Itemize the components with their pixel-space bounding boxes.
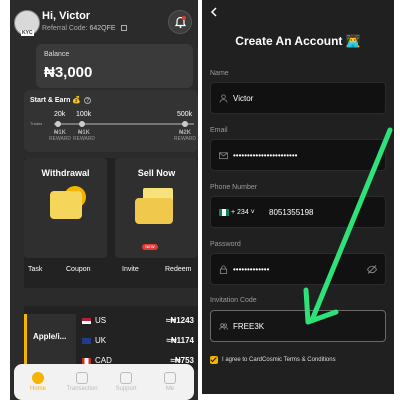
kyc-tag: KYC	[21, 30, 34, 36]
giftcard-tab[interactable]: Apple/i...	[24, 314, 76, 370]
invite-button[interactable]: Invite	[122, 266, 139, 273]
terms-label: I agree to CardCosmic Terms & Conditions	[222, 357, 336, 363]
sell-now-tile[interactable]: Sell Now NEW	[115, 158, 198, 258]
wallet-icon	[135, 198, 173, 224]
home-header: KYC Hi, Victor Referral Code: 642QFE	[10, 6, 198, 40]
start-earn-label: Start & Earn 💰	[30, 97, 82, 104]
nav-label: Me	[165, 386, 175, 392]
balance-value: ₦3,000	[44, 64, 93, 81]
reward-2: ₦1K REWARD	[73, 130, 95, 142]
balance-label: Balance	[44, 51, 70, 58]
reward-3: ₦2K REWARD	[174, 130, 196, 142]
reward-label: REWARD	[49, 136, 72, 142]
sell-now-title: Sell Now	[137, 168, 176, 178]
signup-screen: Create An Account 👨‍💻 Name Victor Email …	[202, 0, 394, 394]
us-flag-icon	[82, 317, 91, 324]
tier-knob-2	[79, 121, 85, 127]
nav-label: Home	[29, 386, 46, 392]
nav-me[interactable]: Me	[150, 372, 190, 392]
tier-500k: 500k	[177, 111, 193, 118]
arrow-annotation	[303, 127, 393, 325]
progress-track	[54, 123, 194, 125]
notification-dot	[182, 16, 186, 20]
reward-label: REWARD	[73, 136, 96, 142]
nav-label: Transaction	[66, 386, 98, 392]
reward-label: REWARD	[174, 136, 197, 142]
giftcard-label: Apple/i...	[33, 332, 67, 341]
withdrawal-tile[interactable]: Withdrawal	[24, 158, 107, 258]
nav-label: Support	[115, 386, 137, 392]
tier-knob-3	[182, 121, 188, 127]
rates-panel: Apple/i... US ≈₦1243 UK ≈₦1174 CAD ≈₦753	[24, 306, 198, 370]
home-screen: KYC Hi, Victor Referral Code: 642QFE Bal…	[10, 0, 198, 400]
home-icon	[32, 372, 44, 384]
notification-button[interactable]	[168, 10, 192, 34]
coupon-button[interactable]: Coupon	[66, 266, 91, 273]
rate-value: ≈₦1243	[166, 316, 194, 325]
referral-code-value: 642QFE	[89, 25, 116, 32]
support-icon	[120, 372, 132, 384]
new-badge: NEW	[142, 244, 158, 250]
withdrawal-title: Withdrawal	[41, 168, 90, 178]
trades-label: Trades	[30, 121, 43, 126]
task-button[interactable]: Task	[28, 266, 42, 273]
action-tiles: Withdrawal Sell Now NEW Task Coupon Invi…	[24, 158, 198, 288]
rate-value: ≈₦1174	[166, 336, 194, 345]
wallet-icon	[50, 191, 82, 219]
nav-transaction[interactable]: Transaction	[62, 372, 102, 392]
start-earn-title: Start & Earn 💰?	[30, 96, 92, 104]
rate-country: US	[95, 316, 107, 325]
bottom-nav: Home Transaction Support Me	[14, 364, 194, 400]
redeem-button[interactable]: Redeem	[165, 266, 191, 273]
uk-flag-icon	[82, 337, 91, 344]
tier-knob-1	[55, 121, 61, 127]
copy-icon[interactable]	[120, 25, 127, 32]
referral-label: Referral Code:	[42, 25, 88, 32]
greeting: Hi, Victor	[42, 10, 91, 22]
terms-checkbox[interactable]	[210, 356, 218, 364]
referral-code: Referral Code: 642QFE	[42, 25, 127, 32]
reward-1: ₦1K REWARD	[49, 130, 71, 142]
info-icon[interactable]: ?	[84, 96, 92, 104]
profile-icon	[164, 372, 176, 384]
balance-card: Balance ₦3,000	[36, 44, 193, 88]
start-earn-card: Start & Earn 💰? 20k 100k 500k Trades ₦1K…	[24, 90, 198, 152]
tier-20k: 20k	[54, 111, 66, 118]
tier-100k: 100k	[76, 111, 92, 118]
rate-row[interactable]: UK ≈₦1174	[82, 336, 194, 345]
nav-support[interactable]: Support	[106, 372, 146, 392]
avatar[interactable]: KYC	[14, 10, 40, 36]
transaction-icon	[76, 372, 88, 384]
rate-row[interactable]: US ≈₦1243	[82, 316, 194, 325]
rate-country: UK	[95, 336, 107, 345]
nav-home[interactable]: Home	[18, 372, 58, 392]
canada-flag-icon	[82, 357, 91, 364]
